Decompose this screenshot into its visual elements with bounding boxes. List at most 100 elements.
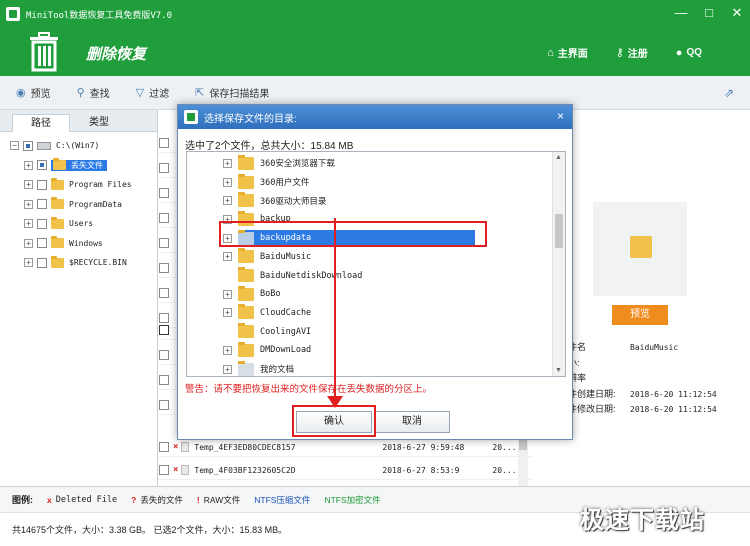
expand-icon[interactable]: + bbox=[24, 238, 33, 248]
expand-icon[interactable]: + bbox=[223, 252, 232, 262]
warning-text: 警告：请不要把恢复出来的文件保存在丢失数据的分区上。 bbox=[185, 384, 433, 395]
scroll-thumb[interactable] bbox=[555, 214, 563, 248]
tree-checkbox[interactable] bbox=[37, 160, 47, 171]
expand-icon[interactable]: + bbox=[223, 177, 232, 187]
folder-item[interactable]: + DMDownLoad bbox=[223, 341, 311, 360]
header-nav: ⌂ 主界面 ⚷ 注册 ● QQ bbox=[547, 45, 702, 61]
tree-item[interactable]: + Program Files bbox=[0, 175, 157, 195]
preview-thumbnail bbox=[593, 202, 687, 296]
preview-tool-button[interactable]: ◉ 预览 bbox=[16, 85, 51, 100]
dialog-close-button[interactable]: × bbox=[557, 109, 564, 123]
deleted-mark-icon: × bbox=[173, 442, 179, 452]
tree-checkbox[interactable] bbox=[37, 257, 47, 268]
folder-item[interactable]: +360驱动大师目录 bbox=[223, 191, 326, 210]
folder-icon bbox=[51, 236, 64, 249]
table-row[interactable]: × Temp_4F03BF1232605C2D 2018-6-27 8:53:9… bbox=[158, 461, 532, 480]
minimize-button[interactable]: — bbox=[674, 6, 688, 20]
tab-path[interactable]: 路径 bbox=[12, 114, 70, 132]
info-key: 件修改日期: bbox=[568, 404, 616, 414]
tree-item[interactable]: + Windows bbox=[0, 234, 157, 254]
row-checkbox[interactable] bbox=[159, 188, 169, 198]
info-key: 件创建日期: bbox=[568, 388, 616, 399]
tree-item[interactable]: + Users bbox=[0, 214, 157, 234]
folder-item[interactable]: +CoolingAVI bbox=[223, 322, 311, 341]
folder-icon bbox=[51, 216, 64, 229]
tree-item[interactable]: − C:\(Win7) bbox=[0, 136, 157, 156]
row-checkbox[interactable] bbox=[159, 350, 169, 360]
save-scan-button[interactable]: ⇱ 保存扫描结果 bbox=[195, 85, 269, 100]
expand-icon[interactable]: + bbox=[223, 196, 232, 206]
tree-item[interactable]: + $RECYCLE.BIN bbox=[0, 253, 157, 273]
row-checkbox[interactable] bbox=[159, 138, 169, 148]
tree-item[interactable]: + 丢失文件 bbox=[0, 156, 157, 176]
row-checkbox[interactable] bbox=[159, 163, 169, 173]
home-icon: ⌂ bbox=[547, 46, 554, 59]
scroll-down-icon[interactable]: ▼ bbox=[555, 367, 562, 374]
folder-item[interactable]: + BaiduMusic bbox=[223, 248, 311, 267]
tree-checkbox[interactable] bbox=[23, 140, 33, 151]
preview-button[interactable]: 预览 bbox=[612, 305, 668, 325]
expand-icon[interactable]: + bbox=[223, 158, 232, 168]
expand-icon[interactable]: + bbox=[24, 258, 33, 268]
expand-icon[interactable]: + bbox=[223, 308, 232, 318]
collapse-icon[interactable]: − bbox=[10, 141, 19, 151]
tree-checkbox[interactable] bbox=[37, 199, 47, 210]
file-icon bbox=[181, 442, 190, 452]
highlight-box-folder bbox=[219, 221, 487, 247]
maximize-button[interactable]: □ bbox=[702, 6, 716, 20]
scroll-up-icon[interactable]: ▲ bbox=[555, 154, 562, 161]
tree-checkbox[interactable] bbox=[37, 179, 47, 190]
row-checkbox[interactable] bbox=[159, 325, 169, 335]
expand-icon[interactable]: + bbox=[24, 180, 33, 190]
legend-text: RAW文件 bbox=[203, 494, 241, 505]
file-name: Temp_4EF3ED80CDEC8157 bbox=[194, 442, 296, 452]
table-row[interactable]: × Temp_4EF3ED80CDEC8157 2018-6-27 9:59:4… bbox=[158, 438, 532, 457]
tree-item-label: ProgramData bbox=[69, 199, 122, 209]
legend-text: 丢失的文件 bbox=[140, 494, 183, 505]
filter-tool-button[interactable]: ▽ 过滤 bbox=[136, 85, 169, 100]
row-checkbox[interactable] bbox=[159, 288, 169, 298]
row-checkbox[interactable] bbox=[159, 238, 169, 248]
nav-register[interactable]: ⚷ 注册 bbox=[616, 45, 648, 60]
folder-tree-scrollbar[interactable]: ▲ ▼ bbox=[552, 152, 565, 376]
tab-type[interactable]: 类型 bbox=[70, 114, 128, 132]
expand-icon[interactable]: + bbox=[24, 219, 33, 229]
folder-item[interactable]: +360安全浏览器下载 bbox=[223, 154, 335, 173]
tree-item-label: 丢失文件 bbox=[71, 160, 103, 170]
tree-checkbox[interactable] bbox=[37, 238, 47, 249]
nav-qq[interactable]: ● QQ bbox=[676, 45, 702, 60]
tree-item-selected[interactable]: 丢失文件 bbox=[51, 158, 107, 171]
row-checkbox[interactable] bbox=[159, 465, 169, 475]
row-checkbox[interactable] bbox=[159, 213, 169, 223]
cancel-button[interactable]: 取消 bbox=[374, 411, 450, 433]
expand-icon[interactable]: + bbox=[223, 289, 232, 299]
window-controls: — □ ✕ bbox=[674, 6, 744, 20]
row-checkbox[interactable] bbox=[159, 263, 169, 273]
folder-item[interactable]: +360用户文件 bbox=[223, 173, 309, 192]
expand-icon[interactable]: + bbox=[223, 364, 232, 374]
file-date: 2018-6-27 9:59:48 bbox=[382, 442, 465, 452]
deleted-mark-icon: x bbox=[47, 494, 52, 505]
folder-item[interactable]: + BoBo bbox=[223, 285, 280, 304]
legend-label: 图例: bbox=[12, 495, 33, 505]
expand-icon[interactable]: + bbox=[24, 160, 33, 170]
tree-item[interactable]: + ProgramData bbox=[0, 195, 157, 215]
nav-home[interactable]: ⌂ 主界面 bbox=[547, 45, 588, 61]
expand-icon[interactable]: + bbox=[223, 345, 232, 355]
row-checkbox[interactable] bbox=[159, 442, 169, 452]
row-checkbox[interactable] bbox=[159, 375, 169, 385]
find-tool-button[interactable]: ⚲ 查找 bbox=[77, 85, 110, 100]
folder-name: BoBo bbox=[260, 289, 281, 300]
folder-item[interactable]: + 我的文档 bbox=[223, 360, 294, 376]
expand-icon[interactable]: + bbox=[24, 199, 33, 209]
folder-name: 360用户文件 bbox=[260, 178, 310, 189]
export-icon[interactable]: ⇗ bbox=[724, 86, 734, 100]
tree-checkbox[interactable] bbox=[37, 218, 47, 229]
folder-item[interactable]: + CloudCache bbox=[223, 304, 311, 323]
row-checkbox[interactable] bbox=[159, 400, 169, 410]
close-button[interactable]: ✕ bbox=[730, 6, 744, 20]
folder-item[interactable]: +BaiduNetdiskDownload bbox=[223, 266, 362, 285]
folder-icon bbox=[53, 158, 66, 171]
title-bar: MiniTool数据恢复工具免费版V7.0 — □ ✕ bbox=[0, 0, 750, 28]
dialog-title-bar: 选择保存文件的目录: × bbox=[178, 105, 572, 129]
